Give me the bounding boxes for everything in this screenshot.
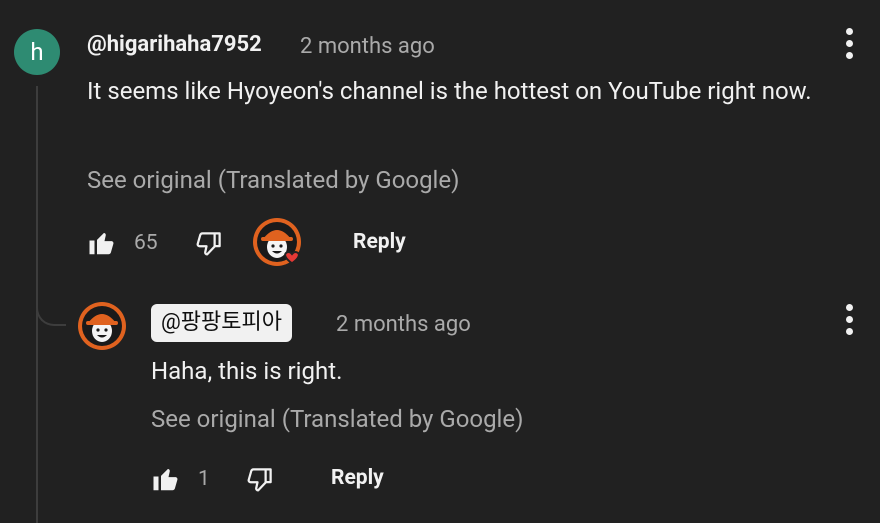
comment-author[interactable]: @higarihaha7952 [87, 32, 262, 57]
see-original-link[interactable]: See original (Translated by Google) [151, 405, 523, 433]
creator-heart[interactable] [252, 216, 308, 272]
thread-connector [36, 286, 66, 326]
more-actions-icon[interactable] [844, 28, 854, 59]
comment-text: It seems like Hyoyeon's channel is the h… [87, 77, 812, 105]
avatar-letter: h [30, 38, 44, 66]
reply-text: Haha, this is right. [151, 357, 343, 385]
avatar[interactable]: h [14, 29, 60, 75]
creator-avatar-icon [78, 302, 126, 350]
see-original-link[interactable]: See original (Translated by Google) [87, 166, 459, 194]
dislike-icon[interactable] [194, 229, 224, 259]
comment-timestamp[interactable]: 2 months ago [300, 34, 435, 59]
reply-author[interactable]: @팡팡토피아 [151, 304, 292, 342]
reply-button[interactable]: Reply [331, 466, 384, 490]
like-icon[interactable] [151, 464, 181, 494]
dislike-icon[interactable] [245, 465, 275, 495]
reply-button[interactable]: Reply [353, 230, 406, 254]
reply-timestamp[interactable]: 2 months ago [336, 312, 471, 337]
like-count: 65 [134, 231, 158, 255]
reply-avatar[interactable] [78, 302, 126, 350]
more-actions-icon[interactable] [844, 304, 854, 335]
creator-avatar-icon [253, 218, 301, 266]
like-icon[interactable] [87, 228, 117, 258]
like-count: 1 [198, 467, 210, 491]
